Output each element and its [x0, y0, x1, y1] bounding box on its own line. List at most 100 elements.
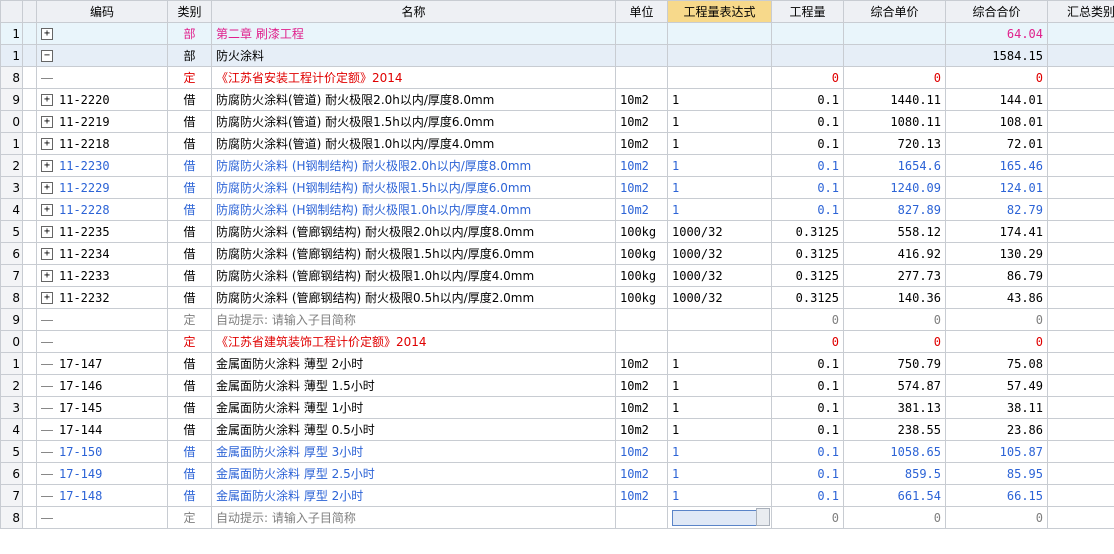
code-cell[interactable]: +11-2229 — [36, 176, 168, 199]
code-cell[interactable] — [36, 330, 168, 353]
summary-category-cell[interactable] — [1047, 484, 1114, 507]
unit-price-cell[interactable] — [843, 22, 946, 45]
total-price-cell[interactable]: 75.08 — [945, 352, 1048, 375]
total-price-cell[interactable]: 72.01 — [945, 132, 1048, 155]
quantity-cell[interactable]: 0.3125 — [771, 220, 844, 243]
table-row[interactable]: 3 17-145 借金属面防火涂料 薄型 1小时 10m2 1 0.1 381.13 38.1… — [0, 396, 1114, 419]
row-number[interactable]: 6 — [0, 462, 23, 485]
expression-cell[interactable]: 1 — [667, 374, 772, 397]
row-number[interactable]: 3 — [0, 396, 23, 419]
code-cell[interactable]: 17-150 — [36, 440, 168, 463]
table-row[interactable]: 0 定《江苏省建筑装饰工程计价定额》2014 0 0 0 — [0, 330, 1114, 353]
row-number[interactable]: 8 — [0, 66, 23, 89]
category-cell[interactable]: 定 — [167, 308, 212, 331]
unit-price-cell[interactable]: 750.79 — [843, 352, 946, 375]
category-cell[interactable]: 部 — [167, 44, 212, 67]
expression-cell[interactable]: 1 — [667, 396, 772, 419]
unit-price-cell[interactable]: 1440.11 — [843, 88, 946, 111]
name-cell[interactable]: 金属面防火涂料 薄型 2小时 — [211, 352, 616, 375]
header-quantity-expression[interactable]: 工程量表达式 — [667, 0, 772, 23]
category-cell[interactable]: 定 — [167, 506, 212, 529]
code-cell[interactable]: 17-147 — [36, 352, 168, 375]
collapse-icon[interactable]: − — [41, 50, 53, 62]
unit-price-cell[interactable]: 661.54 — [843, 484, 946, 507]
total-price-cell[interactable]: 130.29 — [945, 242, 1048, 265]
unit-cell[interactable]: 10m2 — [615, 484, 668, 507]
name-cell[interactable]: 防腐防火涂料 (管廊钢结构) 耐火极限1.0h以内/厚度4.0mm — [211, 264, 616, 287]
total-price-cell[interactable]: 66.15 — [945, 484, 1048, 507]
row-number[interactable]: 1 — [0, 44, 23, 67]
code-cell[interactable]: 17-149 — [36, 462, 168, 485]
name-cell[interactable]: 防腐防火涂料(管道) 耐火极限1.5h以内/厚度6.0mm — [211, 110, 616, 133]
quantity-cell[interactable]: 0.1 — [771, 132, 844, 155]
summary-category-cell[interactable] — [1047, 396, 1114, 419]
table-row[interactable]: 1 17-147 借金属面防火涂料 薄型 2小时 10m2 1 0.1 750.79 75.0… — [0, 352, 1114, 375]
total-price-cell[interactable]: 86.79 — [945, 264, 1048, 287]
total-price-cell[interactable]: 82.79 — [945, 198, 1048, 221]
total-price-cell[interactable]: 0 — [945, 66, 1048, 89]
quantity-cell[interactable]: 0.1 — [771, 154, 844, 177]
table-row[interactable]: 6 +11-2234 借防腐防火涂料 (管廊钢结构) 耐火极限1.5h以内/厚度6.… — [0, 242, 1114, 265]
code-cell[interactable] — [36, 506, 168, 529]
table-row[interactable]: 2 17-146 借金属面防火涂料 薄型 1.5小时 10m2 1 0.1 574.87 57… — [0, 374, 1114, 397]
expression-cell[interactable]: 1 — [667, 154, 772, 177]
expression-cell[interactable]: 1 — [667, 352, 772, 375]
category-cell[interactable]: 借 — [167, 154, 212, 177]
category-cell[interactable]: 借 — [167, 110, 212, 133]
header-unit[interactable]: 单位 — [615, 0, 668, 23]
code-cell[interactable]: + — [36, 22, 168, 45]
quantity-cell[interactable]: 0.1 — [771, 374, 844, 397]
code-cell[interactable] — [36, 308, 168, 331]
row-number[interactable]: 1 — [0, 352, 23, 375]
quantity-cell[interactable]: 0.1 — [771, 352, 844, 375]
table-row[interactable]: 4 17-144 借金属面防火涂料 薄型 0.5小时 10m2 1 0.1 238.55 23… — [0, 418, 1114, 441]
unit-price-cell[interactable]: 859.5 — [843, 462, 946, 485]
unit-price-cell[interactable]: 0 — [843, 506, 946, 529]
summary-category-cell[interactable] — [1047, 176, 1114, 199]
expression-cell[interactable] — [667, 308, 772, 331]
code-cell[interactable]: +11-2219 — [36, 110, 168, 133]
unit-price-cell[interactable]: 277.73 — [843, 264, 946, 287]
total-price-cell[interactable]: 64.04 — [945, 22, 1048, 45]
unit-price-cell[interactable]: 574.87 — [843, 374, 946, 397]
quantity-cell[interactable]: 0.1 — [771, 110, 844, 133]
header-name[interactable]: 名称 — [211, 0, 616, 23]
quantity-cell[interactable]: 0.1 — [771, 396, 844, 419]
expression-cell[interactable]: 1 — [667, 418, 772, 441]
expression-cell[interactable]: 1 — [667, 176, 772, 199]
total-price-cell[interactable]: 57.49 — [945, 374, 1048, 397]
expand-icon[interactable]: + — [41, 292, 53, 304]
category-cell[interactable]: 借 — [167, 176, 212, 199]
total-price-cell[interactable]: 0 — [945, 308, 1048, 331]
expression-cell[interactable]: 1000/32 — [667, 220, 772, 243]
unit-price-cell[interactable]: 416.92 — [843, 242, 946, 265]
summary-category-cell[interactable] — [1047, 22, 1114, 45]
row-number[interactable]: 4 — [0, 418, 23, 441]
summary-category-cell[interactable] — [1047, 506, 1114, 529]
category-cell[interactable]: 借 — [167, 440, 212, 463]
expression-dropdown-button[interactable] — [756, 508, 770, 526]
summary-category-cell[interactable] — [1047, 440, 1114, 463]
expand-icon[interactable]: + — [41, 138, 53, 150]
quantity-cell[interactable]: 0.1 — [771, 440, 844, 463]
quantity-cell[interactable]: 0 — [771, 66, 844, 89]
expand-icon[interactable]: + — [41, 116, 53, 128]
row-number[interactable]: 5 — [0, 220, 23, 243]
summary-category-cell[interactable] — [1047, 418, 1114, 441]
summary-category-cell[interactable] — [1047, 286, 1114, 309]
expression-cell[interactable]: 1 — [667, 88, 772, 111]
unit-price-cell[interactable]: 140.36 — [843, 286, 946, 309]
category-cell[interactable]: 借 — [167, 418, 212, 441]
category-cell[interactable]: 借 — [167, 352, 212, 375]
quantity-cell[interactable]: 0.1 — [771, 484, 844, 507]
unit-price-cell[interactable]: 381.13 — [843, 396, 946, 419]
unit-cell[interactable]: 100kg — [615, 220, 668, 243]
name-cell[interactable]: 自动提示: 请输入子目简称 — [211, 308, 616, 331]
unit-cell[interactable] — [615, 308, 668, 331]
code-cell[interactable]: +11-2218 — [36, 132, 168, 155]
quantity-cell[interactable]: 0.3125 — [771, 264, 844, 287]
table-row[interactable]: 8 定《江苏省安装工程计价定额》2014 0 0 0 — [0, 66, 1114, 89]
category-cell[interactable]: 借 — [167, 462, 212, 485]
row-number[interactable]: 6 — [0, 242, 23, 265]
unit-cell[interactable]: 10m2 — [615, 352, 668, 375]
